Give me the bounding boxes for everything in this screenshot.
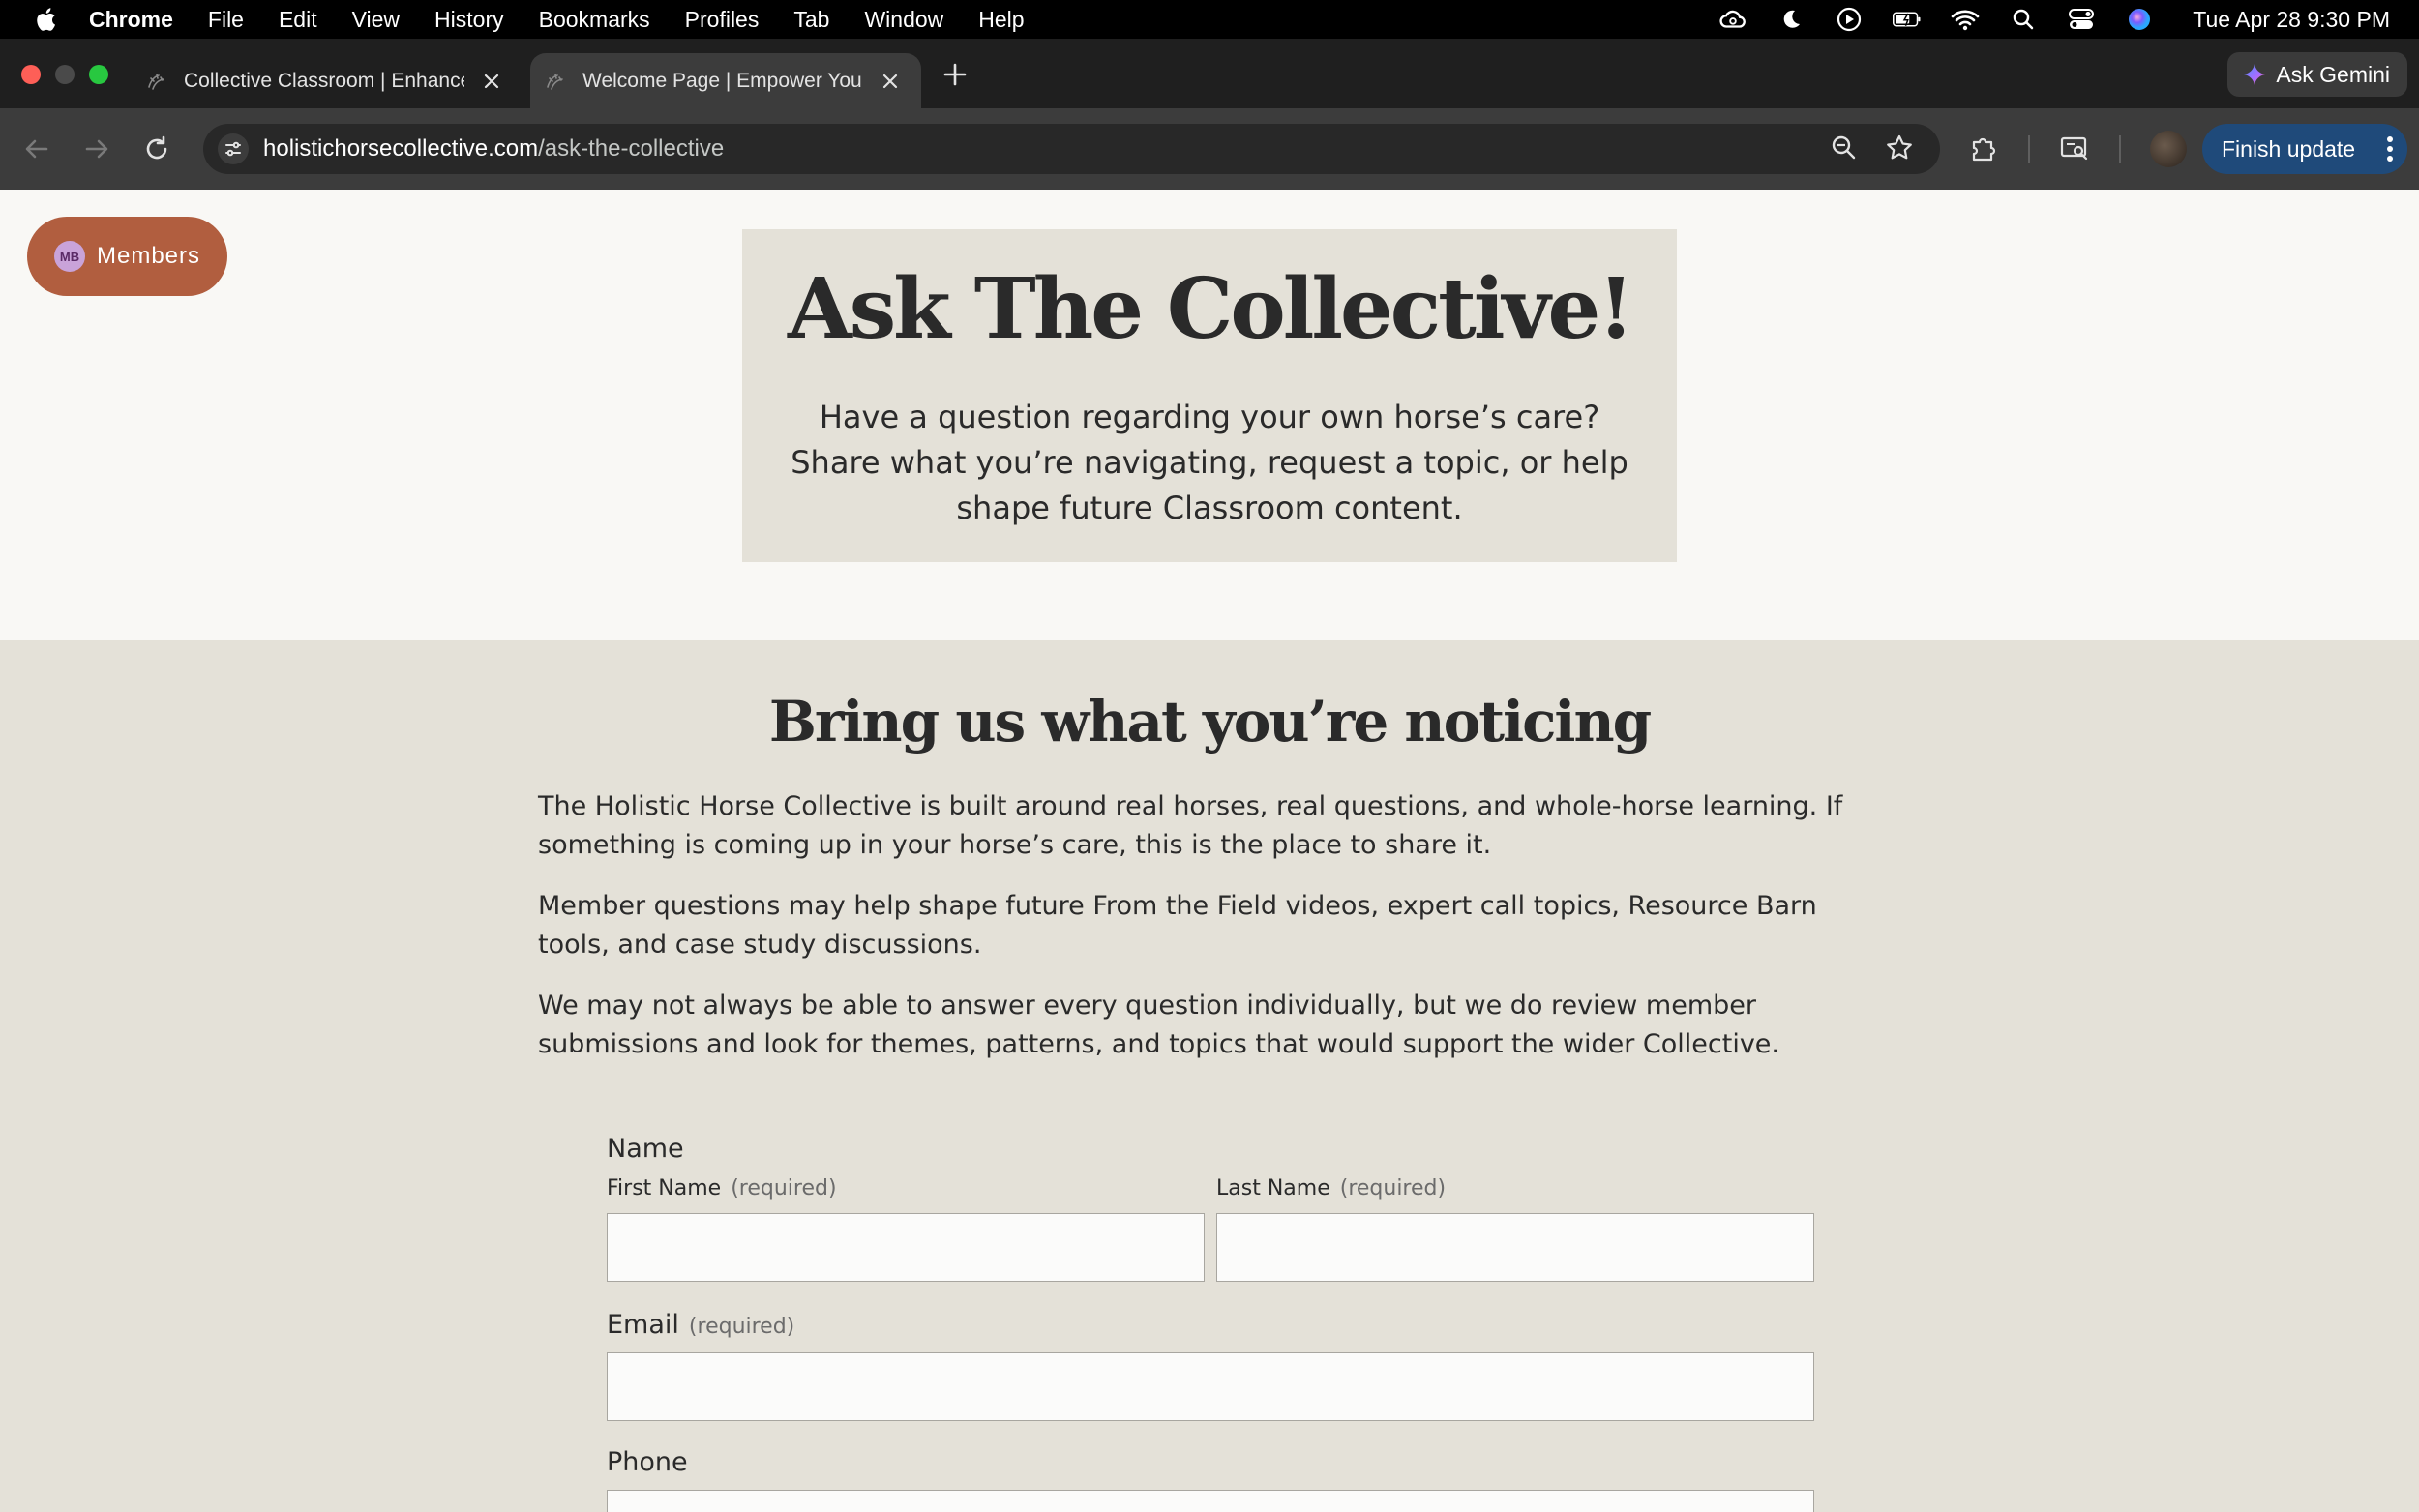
name-label: Name [607, 1134, 684, 1164]
site-favicon-icon [145, 70, 168, 93]
site-settings-icon[interactable] [217, 133, 250, 165]
first-name-label-text: First Name [607, 1176, 722, 1201]
email-field[interactable] [607, 1352, 1814, 1421]
back-arrow-icon[interactable] [21, 133, 52, 164]
more-vert-icon[interactable] [2386, 135, 2394, 163]
menu-history[interactable]: History [434, 7, 504, 33]
finish-update-button[interactable]: Finish update [2202, 124, 2407, 174]
tab-close-icon[interactable] [480, 70, 503, 93]
menubar-clock[interactable]: Tue Apr 28 9:30 PM [2193, 7, 2390, 33]
member-avatar: MB [54, 241, 85, 272]
menu-edit[interactable]: Edit [279, 7, 317, 33]
hero-subtitle: Have a question regarding your own horse… [791, 399, 1628, 526]
required-hint: (required) [731, 1176, 837, 1201]
web-page: MB Members Ask The Collective! Have a qu… [0, 190, 2419, 1512]
finish-update-label: Finish update [2222, 135, 2356, 162]
profile-avatar[interactable] [2150, 131, 2187, 167]
members-label: Members [97, 243, 201, 269]
intro-paragraph: We may not always be able to answer ever… [538, 991, 1779, 1059]
hero-card: Ask The Collective! Have a question rega… [742, 229, 1677, 562]
url-text[interactable]: holistichorsecollective.com/ask-the-coll… [263, 135, 724, 163]
apple-icon[interactable] [35, 7, 56, 32]
ask-gemini-label: Ask Gemini [2276, 61, 2390, 87]
phone-field[interactable] [607, 1490, 1814, 1512]
zoom-magnifier-icon[interactable] [1829, 133, 1860, 163]
intro-paragraph: Member questions may help shape future F… [538, 891, 1817, 960]
reload-icon[interactable] [141, 133, 172, 164]
window-zoom-button[interactable] [89, 65, 108, 84]
ask-gemini-button[interactable]: Ask Gemini [2227, 52, 2407, 97]
siri-icon[interactable] [2125, 7, 2154, 32]
moon-icon[interactable] [1777, 7, 1806, 32]
email-label: Email (required) [607, 1310, 794, 1340]
section-heading: Bring us what you’re noticing [768, 689, 1652, 755]
menu-profiles[interactable]: Profiles [685, 7, 760, 33]
menu-file[interactable]: File [208, 7, 244, 33]
menu-window[interactable]: Window [864, 7, 943, 33]
phone-label: Phone [607, 1447, 688, 1477]
bookmark-star-icon[interactable] [1884, 133, 1915, 163]
gemini-sparkle-icon [2244, 64, 2266, 85]
new-tab-plus-icon[interactable] [941, 60, 970, 89]
toolbar-divider [2028, 135, 2030, 163]
tab-title: Welcome Page | Empower Your [582, 69, 863, 92]
extensions-puzzle-icon[interactable] [1968, 133, 1999, 163]
tab-title: Collective Classroom | Enhance [184, 69, 464, 92]
toolbar-divider [2119, 135, 2121, 163]
page-title: Ask The Collective! [788, 260, 1634, 358]
url-host: holistichorsecollective.com [263, 135, 539, 162]
menu-tab[interactable]: Tab [793, 7, 829, 33]
battery-icon[interactable] [1893, 7, 1922, 32]
menu-chrome[interactable]: Chrome [89, 7, 173, 33]
window-minimize-button[interactable] [55, 65, 75, 84]
tab-close-icon[interactable] [879, 70, 902, 93]
last-name-label-text: Last Name [1216, 1176, 1330, 1201]
site-favicon-icon [544, 70, 567, 93]
window-close-button[interactable] [21, 65, 41, 84]
required-hint: (required) [1339, 1176, 1447, 1201]
first-name-label: First Name (required) [607, 1176, 837, 1201]
intro-paragraph: The Holistic Horse Collective is built a… [538, 791, 1843, 860]
email-label-text: Email [607, 1310, 679, 1340]
spotlight-search-icon[interactable] [2009, 7, 2038, 32]
tab-welcome-page[interactable]: Welcome Page | Empower Your [530, 53, 921, 108]
menu-bookmarks[interactable]: Bookmarks [539, 7, 650, 33]
members-button[interactable]: MB Members [27, 217, 227, 296]
control-center-icon[interactable] [2067, 7, 2096, 32]
address-bar[interactable]: holistichorsecollective.com/ask-the-coll… [203, 124, 1940, 174]
last-name-field[interactable] [1216, 1213, 1814, 1282]
first-name-field[interactable] [607, 1213, 1205, 1282]
required-hint: (required) [688, 1315, 795, 1339]
forward-arrow-icon[interactable] [81, 133, 112, 164]
cast-search-icon[interactable] [2059, 133, 2090, 163]
intro-section: Bring us what you’re noticing The Holist… [0, 640, 2419, 1512]
url-path: /ask-the-collective [538, 135, 725, 162]
play-icon[interactable] [1835, 7, 1864, 32]
tab-collective-classroom[interactable]: Collective Classroom | Enhance [143, 53, 511, 108]
last-name-label: Last Name (required) [1216, 1176, 1446, 1201]
wifi-icon[interactable] [1951, 7, 1980, 32]
menu-help[interactable]: Help [978, 7, 1024, 33]
macos-menu-bar: Chrome File Edit View History Bookmarks … [0, 0, 2419, 39]
creative-cloud-icon[interactable] [1718, 7, 1747, 32]
menu-view[interactable]: View [352, 7, 400, 33]
